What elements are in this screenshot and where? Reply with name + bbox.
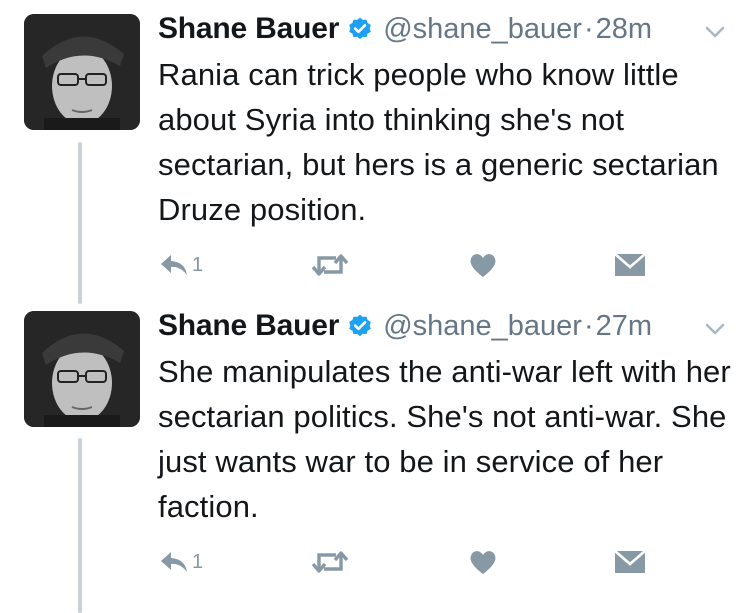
like-button[interactable]: [468, 548, 498, 576]
like-button[interactable]: [468, 251, 498, 279]
tweet-actions: 1: [158, 251, 658, 281]
verified-badge-icon: [349, 17, 372, 40]
like-icon: [470, 551, 496, 574]
reply-button[interactable]: 1: [158, 548, 203, 576]
retweet-button[interactable]: [310, 251, 350, 279]
time-separator: ·: [583, 12, 594, 45]
tweet-header: Shane Bauer @shane_bauer · 27m: [158, 306, 652, 346]
reply-icon: [161, 552, 187, 572]
retweet-icon: [311, 551, 349, 573]
tweet-actions: 1: [158, 548, 658, 578]
like-icon: [470, 254, 496, 277]
direct-message-button[interactable]: [613, 251, 647, 279]
direct-message-icon: [614, 253, 646, 276]
chevron-down-icon[interactable]: [703, 20, 727, 44]
avatar[interactable]: [24, 14, 140, 130]
retweet-icon: [311, 254, 349, 276]
author-name[interactable]: Shane Bauer: [158, 309, 339, 343]
avatar[interactable]: [24, 311, 140, 427]
reply-button[interactable]: 1: [158, 251, 203, 279]
time-separator: ·: [583, 309, 594, 342]
author-handle[interactable]: @shane_bauer: [383, 310, 582, 343]
tweet-header: Shane Bauer @shane_bauer · 28m: [158, 9, 652, 49]
retweet-button[interactable]: [310, 548, 350, 576]
direct-message-icon: [614, 550, 646, 573]
tweet[interactable]: Shane Bauer @shane_bauer · 28m Rania can…: [0, 0, 750, 300]
verified-badge-icon: [349, 314, 372, 337]
tweet[interactable]: Shane Bauer @shane_bauer · 27m She manip…: [0, 300, 750, 613]
chevron-down-icon[interactable]: [703, 317, 727, 341]
direct-message-button[interactable]: [613, 548, 647, 576]
reply-count: 1: [192, 253, 204, 276]
reply-count: 1: [192, 550, 204, 573]
author-name[interactable]: Shane Bauer: [158, 12, 339, 46]
tweet-text: Rania can trick people who know little a…: [158, 57, 719, 227]
tweet-text: She manipulates the anti-war left with h…: [158, 354, 731, 524]
reply-icon: [161, 255, 187, 275]
timestamp[interactable]: 28m: [596, 13, 652, 46]
timestamp[interactable]: 27m: [596, 310, 652, 343]
author-handle[interactable]: @shane_bauer: [383, 13, 582, 46]
